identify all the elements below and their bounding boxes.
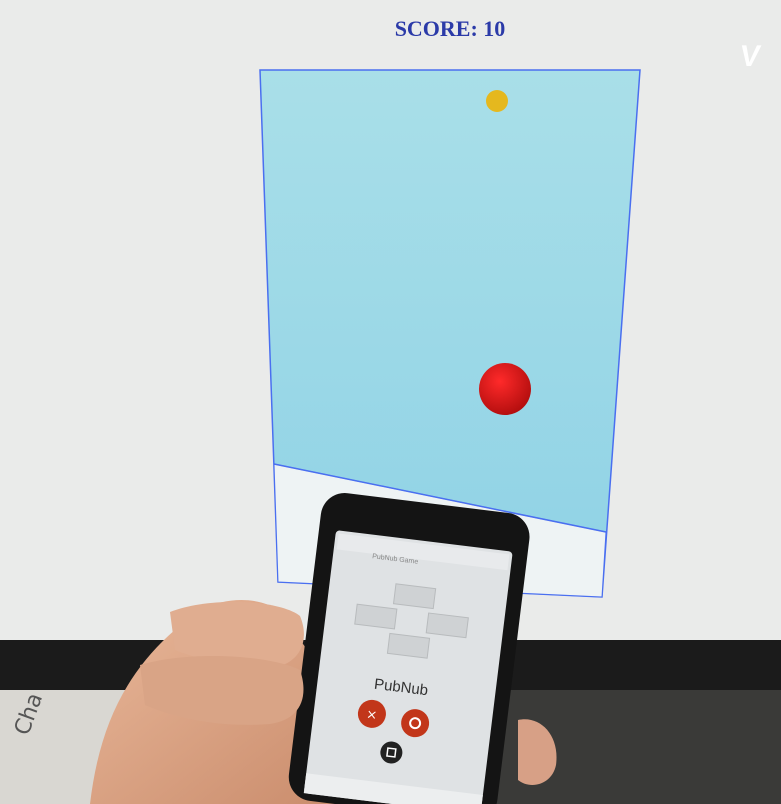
dpad-left-button bbox=[354, 603, 398, 630]
smartphone: × bbox=[288, 493, 530, 804]
x-icon: × bbox=[365, 707, 378, 723]
target-dot bbox=[486, 90, 508, 112]
dpad-right-button bbox=[425, 612, 469, 639]
dpad-down-button bbox=[386, 632, 431, 659]
score-label: SCORE: 10 bbox=[394, 16, 506, 41]
dpad-up-button bbox=[392, 583, 437, 610]
phone-screen bbox=[304, 530, 513, 804]
player-ball bbox=[479, 363, 531, 415]
